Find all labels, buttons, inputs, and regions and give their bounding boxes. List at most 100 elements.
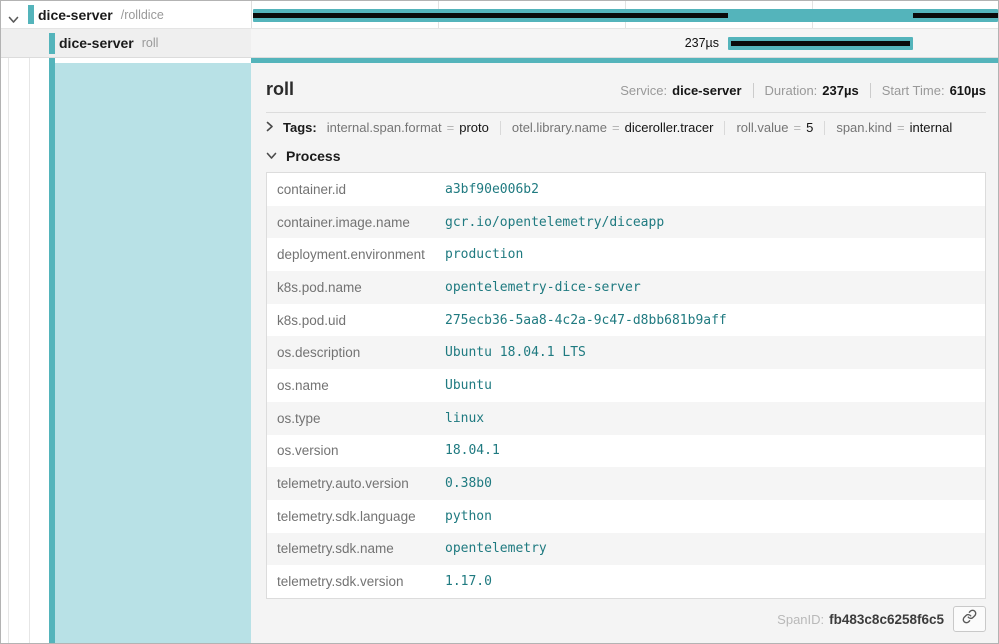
self-time-segment bbox=[913, 13, 998, 18]
process-accordion[interactable]: Process bbox=[266, 142, 986, 172]
process-key: container.image.name bbox=[277, 215, 445, 230]
process-value: gcr.io/opentelemetry/diceapp bbox=[445, 215, 664, 230]
process-value: opentelemetry bbox=[445, 541, 547, 556]
chevron-right-icon bbox=[266, 120, 274, 135]
tag-value: proto bbox=[459, 120, 489, 135]
process-value: a3bf90e006b2 bbox=[445, 182, 539, 197]
span-bar-roll[interactable] bbox=[728, 37, 913, 50]
chevron-down-icon[interactable] bbox=[8, 11, 19, 29]
process-value: 1.17.0 bbox=[445, 574, 492, 589]
timeline-row-rolldice[interactable] bbox=[251, 1, 999, 29]
tag-divider bbox=[500, 121, 501, 135]
table-row: os.typelinux bbox=[267, 402, 985, 435]
tag-equals: = bbox=[794, 120, 802, 135]
process-key: telemetry.auto.version bbox=[277, 476, 445, 491]
tag-equals: = bbox=[612, 120, 620, 135]
table-row: deployment.environmentproduction bbox=[267, 238, 985, 271]
span-row-rolldice[interactable]: dice-server /rolldice bbox=[1, 1, 251, 29]
service-color-bar bbox=[49, 33, 55, 54]
service-name: dice-server bbox=[59, 35, 134, 51]
tag-key: otel.library.name bbox=[512, 120, 607, 135]
process-key: k8s.pod.name bbox=[277, 280, 445, 295]
tag-key: span.kind bbox=[836, 120, 892, 135]
tags-header: Tags: bbox=[283, 120, 317, 135]
tag-equals: = bbox=[447, 120, 455, 135]
span-title: roll bbox=[266, 79, 294, 100]
process-value: python bbox=[445, 509, 492, 524]
indent-guide bbox=[8, 58, 9, 643]
process-header: Process bbox=[286, 148, 340, 164]
process-key: deployment.environment bbox=[277, 247, 445, 262]
tag-key: internal.span.format bbox=[327, 120, 442, 135]
service-label: Service: bbox=[620, 83, 667, 98]
service-color-bar bbox=[28, 5, 34, 24]
tag-divider bbox=[724, 121, 725, 135]
indent-guide bbox=[29, 58, 30, 643]
tag-value: diceroller.tracer bbox=[625, 120, 714, 135]
table-row: telemetry.auto.version0.38b0 bbox=[267, 467, 985, 500]
service-value: dice-server bbox=[672, 83, 741, 98]
trace-timeline-view: dice-server /rolldice dice-server roll 2… bbox=[0, 0, 999, 644]
process-value: production bbox=[445, 247, 523, 262]
self-time-segment bbox=[731, 41, 910, 46]
process-value: opentelemetry-dice-server bbox=[445, 280, 641, 295]
table-row: k8s.pod.uid275ecb36-5aa8-4c2a-9c47-d8bb6… bbox=[267, 304, 985, 337]
process-key: container.id bbox=[277, 182, 445, 197]
process-key: os.name bbox=[277, 378, 445, 393]
tag-value: 5 bbox=[806, 120, 813, 135]
span-summary: Service: dice-server Duration: 237µs Sta… bbox=[620, 83, 986, 98]
table-row: os.nameUbuntu bbox=[267, 369, 985, 402]
table-row: container.image.namegcr.io/opentelemetry… bbox=[267, 206, 985, 239]
spanid-label: SpanID: bbox=[777, 612, 824, 627]
operation-name: roll bbox=[142, 36, 159, 50]
table-row: telemetry.sdk.languagepython bbox=[267, 500, 985, 533]
start-time-value: 610µs bbox=[950, 83, 986, 98]
process-key: os.type bbox=[277, 411, 445, 426]
duration-value: 237µs bbox=[822, 83, 858, 98]
span-bar-rolldice[interactable] bbox=[253, 9, 998, 22]
process-key-value-table: container.ida3bf90e006b2 container.image… bbox=[266, 172, 986, 599]
process-value: 275ecb36-5aa8-4c2a-9c47-d8bb681b9aff bbox=[445, 313, 727, 328]
span-row-roll[interactable]: dice-server roll bbox=[1, 29, 251, 58]
table-row: container.ida3bf90e006b2 bbox=[267, 173, 985, 206]
process-key: telemetry.sdk.version bbox=[277, 574, 445, 589]
selected-span-highlight bbox=[55, 63, 251, 643]
table-row: os.version18.04.1 bbox=[267, 435, 985, 468]
tag-divider bbox=[824, 121, 825, 135]
summary-divider bbox=[753, 83, 754, 98]
tag-key: roll.value bbox=[736, 120, 788, 135]
tags-accordion[interactable]: Tags: internal.span.format = proto otel.… bbox=[266, 113, 986, 142]
span-detail-footer: SpanID: fb483c8c6258f6c5 bbox=[266, 599, 986, 640]
process-value: Ubuntu bbox=[445, 378, 492, 393]
process-value: Ubuntu 18.04.1 LTS bbox=[445, 345, 586, 360]
tag-equals: = bbox=[897, 120, 905, 135]
service-name: dice-server bbox=[38, 7, 113, 23]
process-value: 18.04.1 bbox=[445, 443, 500, 458]
link-icon bbox=[962, 609, 977, 629]
timeline-row-roll[interactable]: 237µs bbox=[251, 29, 999, 58]
process-value: 0.38b0 bbox=[445, 476, 492, 491]
span-detail-header: roll Service: dice-server Duration: 237µ… bbox=[266, 63, 986, 113]
process-key: os.version bbox=[277, 443, 445, 458]
summary-divider bbox=[870, 83, 871, 98]
process-key: os.description bbox=[277, 345, 445, 360]
process-key: telemetry.sdk.language bbox=[277, 509, 445, 524]
span-detail-panel: roll Service: dice-server Duration: 237µ… bbox=[251, 63, 999, 643]
process-value: linux bbox=[445, 411, 484, 426]
process-key: telemetry.sdk.name bbox=[277, 541, 445, 556]
start-time-label: Start Time: bbox=[882, 83, 945, 98]
spanid-value: fb483c8c6258f6c5 bbox=[829, 612, 944, 627]
self-time-segment bbox=[253, 13, 728, 18]
duration-label: Duration: bbox=[765, 83, 818, 98]
operation-name: /rolldice bbox=[121, 8, 164, 22]
chevron-down-icon bbox=[266, 147, 277, 165]
tag-value: internal bbox=[910, 120, 953, 135]
table-row: telemetry.sdk.version1.17.0 bbox=[267, 565, 985, 598]
span-detail-left-gutter bbox=[1, 58, 251, 643]
process-key: k8s.pod.uid bbox=[277, 313, 445, 328]
copy-span-link-button[interactable] bbox=[953, 606, 986, 632]
span-duration-label: 237µs bbox=[251, 29, 719, 57]
table-row: k8s.pod.nameopentelemetry-dice-server bbox=[267, 271, 985, 304]
table-row: telemetry.sdk.nameopentelemetry bbox=[267, 533, 985, 566]
table-row: os.descriptionUbuntu 18.04.1 LTS bbox=[267, 336, 985, 369]
